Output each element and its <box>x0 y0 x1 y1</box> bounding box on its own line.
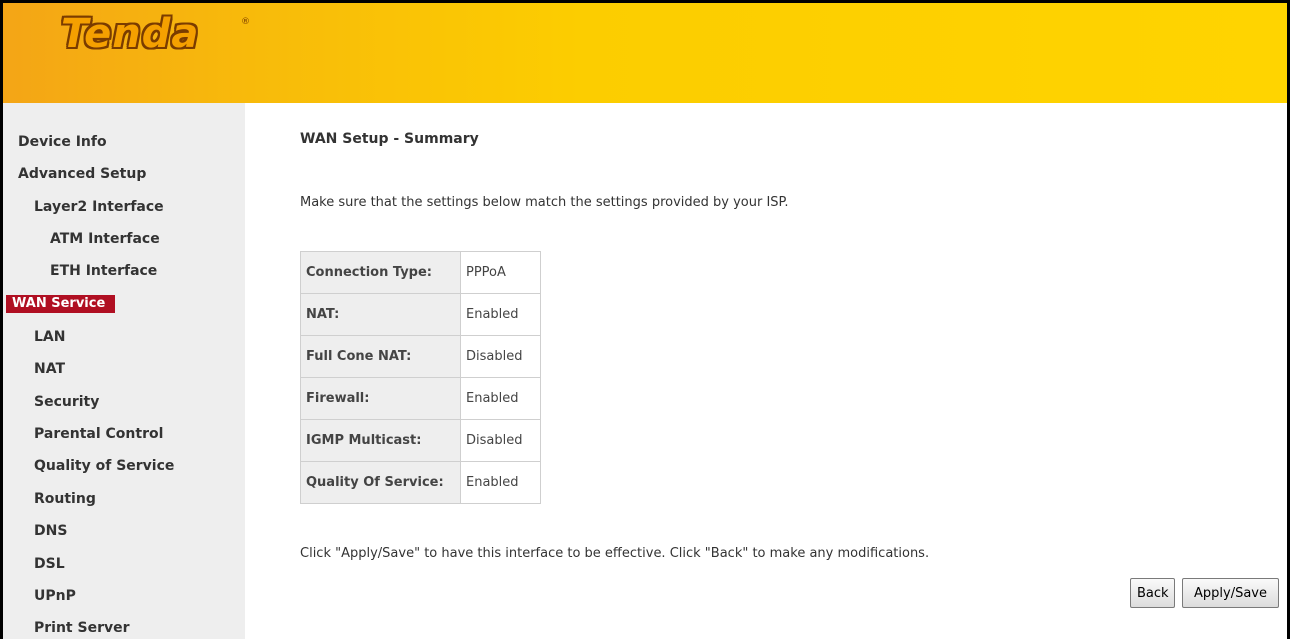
summary-value: Disabled <box>460 419 541 462</box>
sidebar-item-routing[interactable]: Routing <box>34 491 96 507</box>
table-row: Connection Type: PPPoA <box>300 251 541 294</box>
summary-value: Enabled <box>460 461 541 504</box>
apply-save-button[interactable]: Apply/Save <box>1182 578 1279 608</box>
router-admin-page: Tenda ® Device Info Advanced Setup Layer… <box>0 0 1290 639</box>
header-banner: Tenda ® <box>3 3 1287 103</box>
summary-label: IGMP Multicast: <box>300 419 461 462</box>
sidebar-item-nat[interactable]: NAT <box>34 361 65 377</box>
sidebar-item-parental-control[interactable]: Parental Control <box>34 426 163 442</box>
sidebar-nav: Device Info Advanced Setup Layer2 Interf… <box>3 103 245 639</box>
sidebar-item-lan[interactable]: LAN <box>34 329 65 345</box>
sidebar-item-print-server[interactable]: Print Server <box>34 620 130 636</box>
summary-label: Quality Of Service: <box>300 461 461 504</box>
summary-value: Enabled <box>460 293 541 336</box>
tenda-logo: Tenda <box>61 11 200 57</box>
table-row: Quality Of Service: Enabled <box>300 461 541 504</box>
sidebar-item-layer2-interface[interactable]: Layer2 Interface <box>34 199 164 215</box>
sidebar-item-device-info[interactable]: Device Info <box>18 134 107 150</box>
back-button[interactable]: Back <box>1130 578 1175 608</box>
table-row: IGMP Multicast: Disabled <box>300 419 541 462</box>
sidebar-item-security[interactable]: Security <box>34 394 99 410</box>
summary-label: Firewall: <box>300 377 461 420</box>
summary-label: Full Cone NAT: <box>300 335 461 378</box>
table-row: Firewall: Enabled <box>300 377 541 420</box>
summary-value: Disabled <box>460 335 541 378</box>
footer-note: Click "Apply/Save" to have this interfac… <box>300 546 930 561</box>
sidebar-item-dns[interactable]: DNS <box>34 523 67 539</box>
wan-summary-table: Connection Type: PPPoA NAT: Enabled Full… <box>300 251 541 504</box>
sidebar-item-dsl[interactable]: DSL <box>34 556 65 572</box>
sidebar-item-upnp[interactable]: UPnP <box>34 588 76 604</box>
table-row: NAT: Enabled <box>300 293 541 336</box>
summary-value: Enabled <box>460 377 541 420</box>
sidebar-item-advanced-setup[interactable]: Advanced Setup <box>18 166 146 182</box>
sidebar-item-quality-of-service[interactable]: Quality of Service <box>34 458 174 474</box>
sidebar-item-wan-service[interactable]: WAN Service <box>6 295 116 313</box>
summary-value: PPPoA <box>460 251 541 294</box>
main-content: WAN Setup - Summary Make sure that the s… <box>245 103 1287 639</box>
table-row: Full Cone NAT: Disabled <box>300 335 541 378</box>
sidebar-item-eth-interface[interactable]: ETH Interface <box>50 263 157 279</box>
registered-mark: ® <box>241 17 250 27</box>
sidebar-item-atm-interface[interactable]: ATM Interface <box>50 231 160 247</box>
summary-label: Connection Type: <box>300 251 461 294</box>
page-title: WAN Setup - Summary <box>300 131 479 147</box>
intro-text: Make sure that the settings below match … <box>300 195 789 210</box>
summary-label: NAT: <box>300 293 461 336</box>
